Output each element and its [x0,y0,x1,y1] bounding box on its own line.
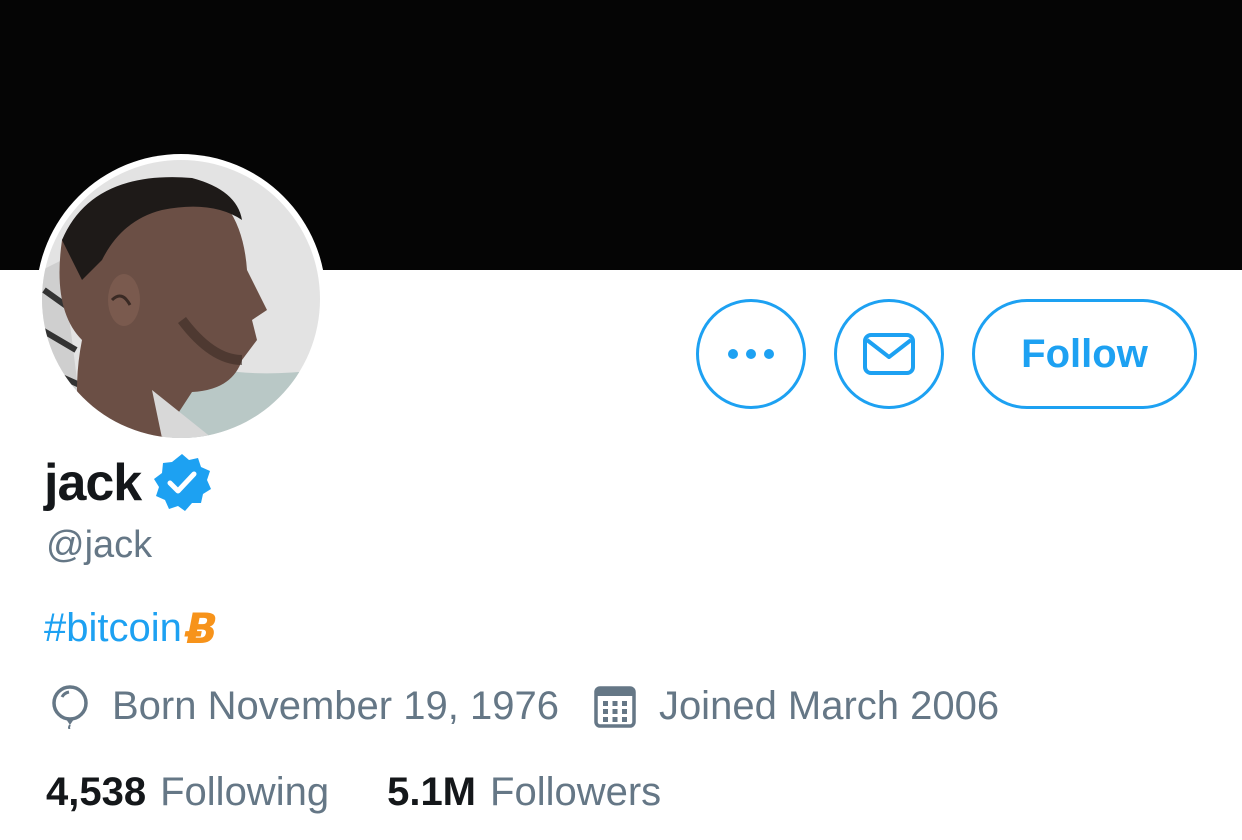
balloon-icon [52,684,88,729]
followers-label: Followers [490,770,662,814]
avatar[interactable] [36,154,326,444]
joined-date: Joined March 2006 [658,684,1000,728]
display-name: jack [44,454,142,512]
profile-handle: @jack [46,524,153,566]
followers-count: 5.1M [387,770,477,814]
followers-stat[interactable]: 5.1M Followers [387,770,661,815]
profile-meta: Born November 19, 1976 Joined March 2006 [50,684,1033,729]
birthday-item: Born November 19, 1976 [50,684,559,729]
bio: #bitcoin Ƀ [44,604,218,653]
more-options-button[interactable] [696,299,806,409]
following-count: 4,538 [46,770,147,814]
joined-item: Joined March 2006 [593,684,999,729]
bio-hashtag-link[interactable]: #bitcoin [44,606,182,651]
verified-badge-icon [154,454,212,511]
envelope-icon [863,333,915,375]
name-row: jack [44,452,213,514]
follow-stats: 4,538 Following 5.1M Followers [46,770,719,815]
bitcoin-emoji: Ƀ [185,604,218,653]
born-date: Born November 19, 1976 [112,684,559,728]
direct-message-button[interactable] [834,299,944,409]
avatar-photo [42,160,320,438]
calendar-icon [594,685,636,728]
following-label: Following [160,770,330,814]
more-dots-icon [728,349,774,359]
following-stat[interactable]: 4,538 Following [46,770,329,815]
follow-button[interactable]: Follow [972,299,1197,409]
